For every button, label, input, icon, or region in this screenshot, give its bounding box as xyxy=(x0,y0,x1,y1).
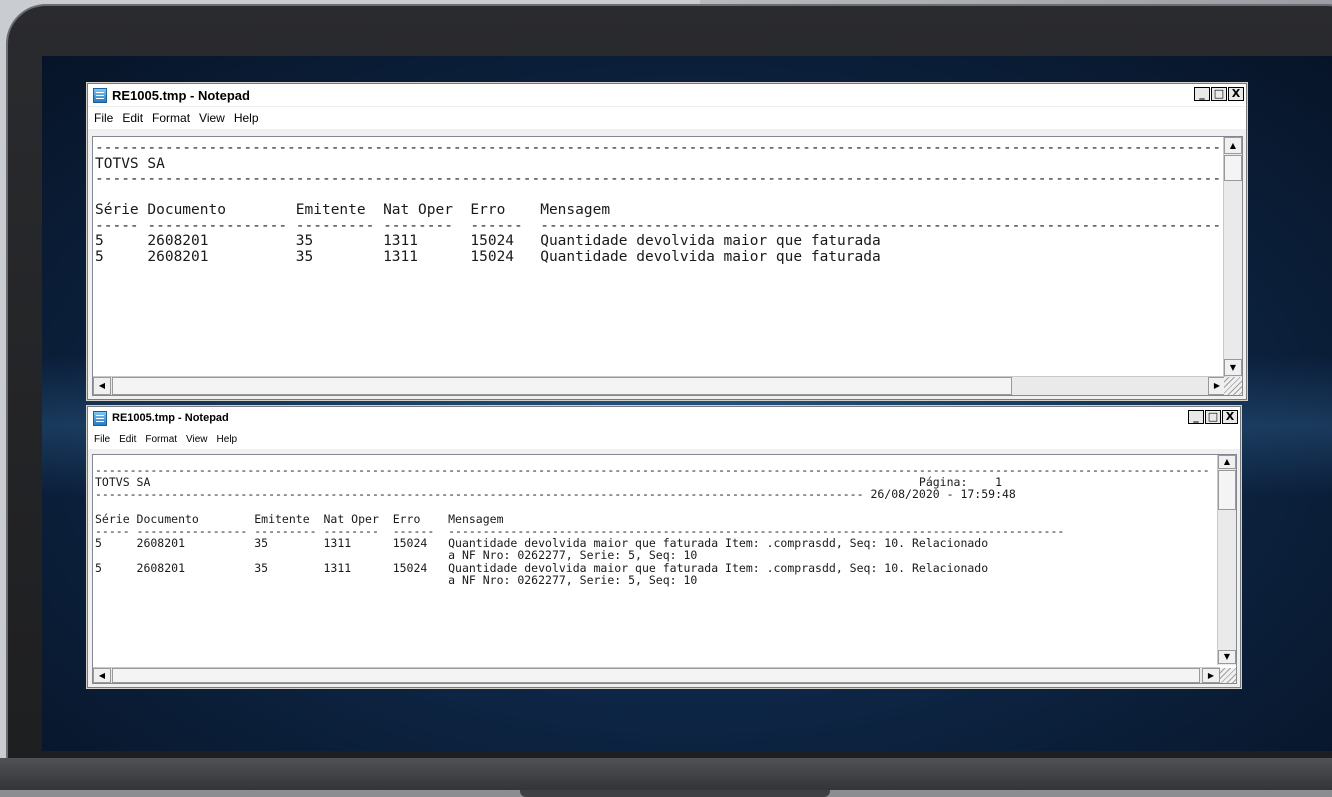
menu-file[interactable]: File xyxy=(94,111,113,125)
notepad-window-1[interactable]: RE1005.tmp - Notepad _ □ X File Edit For… xyxy=(87,83,1247,400)
menu-help[interactable]: Help xyxy=(217,434,238,445)
scroll-thumb[interactable] xyxy=(1224,155,1242,181)
scroll-up-button[interactable]: ▲ xyxy=(1218,455,1236,469)
title-bar[interactable]: RE1005.tmp - Notepad _ □ X xyxy=(88,407,1240,429)
window-title: RE1005.tmp - Notepad xyxy=(112,87,250,103)
notepad-icon xyxy=(93,410,107,426)
menu-file[interactable]: File xyxy=(94,434,110,445)
maximize-button[interactable]: □ xyxy=(1205,410,1221,424)
minimize-button[interactable]: _ xyxy=(1188,410,1204,424)
menu-format[interactable]: Format xyxy=(152,111,190,125)
scroll-right-button[interactable]: ▶ xyxy=(1202,668,1220,683)
scroll-down-button[interactable]: ▼ xyxy=(1224,359,1242,376)
horizontal-scrollbar[interactable]: ◀ ▶ xyxy=(93,376,1226,395)
scroll-down-button[interactable]: ▼ xyxy=(1218,650,1236,664)
menu-bar: File Edit Format View Help xyxy=(88,429,1240,449)
menu-edit[interactable]: Edit xyxy=(119,434,136,445)
scroll-left-button[interactable]: ◀ xyxy=(93,377,111,395)
scroll-thumb[interactable] xyxy=(1218,470,1236,510)
text-editor[interactable]: ----------------------------------------… xyxy=(92,454,1237,684)
window-title: RE1005.tmp - Notepad xyxy=(112,412,229,424)
text-content[interactable]: ----------------------------------------… xyxy=(95,140,1242,265)
scroll-left-button[interactable]: ◀ xyxy=(93,668,111,683)
menu-help[interactable]: Help xyxy=(234,111,259,125)
menu-view[interactable]: View xyxy=(186,434,208,445)
minimize-button[interactable]: _ xyxy=(1194,87,1210,101)
menu-format[interactable]: Format xyxy=(145,434,177,445)
close-button[interactable]: X xyxy=(1228,87,1244,101)
notepad-icon xyxy=(93,87,107,103)
menu-bar: File Edit Format View Help xyxy=(88,107,1246,129)
horizontal-scroll-thumb[interactable] xyxy=(112,377,1012,395)
scroll-up-button[interactable]: ▲ xyxy=(1224,137,1242,154)
horizontal-scroll-thumb[interactable] xyxy=(112,668,1200,683)
text-content[interactable]: ----------------------------------------… xyxy=(95,464,1215,586)
vertical-scrollbar[interactable]: ▲ ▼ xyxy=(1223,137,1242,377)
menu-edit[interactable]: Edit xyxy=(122,111,143,125)
vertical-scrollbar[interactable]: ▲ ▼ xyxy=(1217,455,1236,665)
text-editor[interactable]: ----------------------------------------… xyxy=(92,136,1243,396)
maximize-button[interactable]: □ xyxy=(1211,87,1227,101)
horizontal-scrollbar[interactable]: ◀ ▶ xyxy=(93,667,1220,683)
menu-view[interactable]: View xyxy=(199,111,225,125)
resize-grip[interactable] xyxy=(1224,377,1242,395)
title-bar[interactable]: RE1005.tmp - Notepad _ □ X xyxy=(88,84,1246,106)
resize-grip[interactable] xyxy=(1220,668,1236,683)
notepad-window-2[interactable]: RE1005.tmp - Notepad _ □ X File Edit For… xyxy=(87,406,1241,688)
close-button[interactable]: X xyxy=(1222,410,1238,424)
laptop-hinge xyxy=(520,790,830,797)
